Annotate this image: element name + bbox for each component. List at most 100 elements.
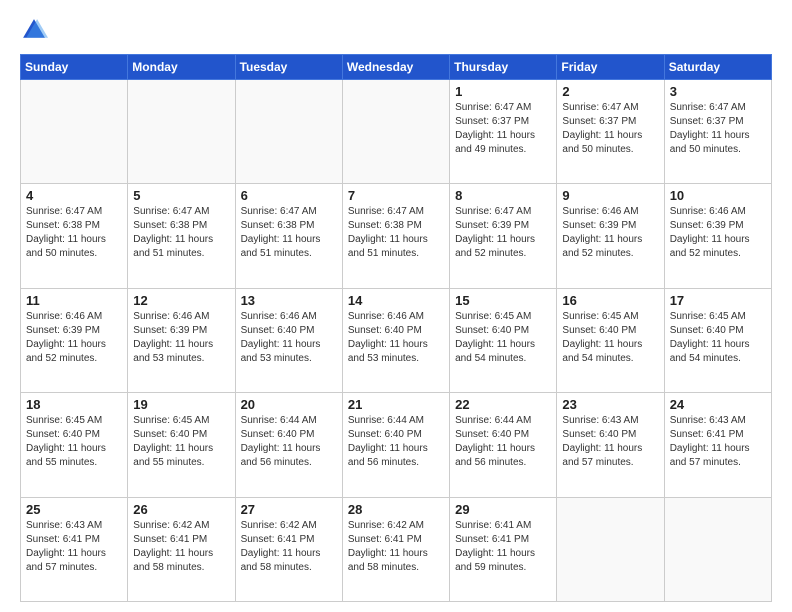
- day-info: Sunrise: 6:47 AM Sunset: 6:37 PM Dayligh…: [670, 101, 766, 157]
- calendar-header-thursday: Thursday: [450, 55, 557, 80]
- day-info: Sunrise: 6:46 AM Sunset: 6:39 PM Dayligh…: [26, 310, 122, 366]
- day-info: Sunrise: 6:47 AM Sunset: 6:38 PM Dayligh…: [241, 205, 337, 261]
- calendar-cell: 2 Sunrise: 6:47 AM Sunset: 6:37 PM Daylig…: [557, 80, 664, 184]
- day-number: 1: [455, 84, 551, 99]
- day-number: 25: [26, 502, 122, 517]
- day-number: 20: [241, 397, 337, 412]
- day-info: Sunrise: 6:42 AM Sunset: 6:41 PM Dayligh…: [133, 519, 229, 575]
- day-number: 10: [670, 188, 766, 203]
- calendar-header-row: SundayMondayTuesdayWednesdayThursdayFrid…: [21, 55, 772, 80]
- day-number: 2: [562, 84, 658, 99]
- day-number: 7: [348, 188, 444, 203]
- day-info: Sunrise: 6:45 AM Sunset: 6:40 PM Dayligh…: [670, 310, 766, 366]
- calendar-cell: 20 Sunrise: 6:44 AM Sunset: 6:40 PM Dayli…: [235, 393, 342, 497]
- calendar-cell: 5 Sunrise: 6:47 AM Sunset: 6:38 PM Daylig…: [128, 184, 235, 288]
- calendar-cell: 12Sunrise: 6:46 AM Sunset: 6:39 PM Dayli…: [128, 288, 235, 392]
- day-number: 5: [133, 188, 229, 203]
- day-info: Sunrise: 6:42 AM Sunset: 6:41 PM Dayligh…: [348, 519, 444, 575]
- day-number: 19: [133, 397, 229, 412]
- calendar-cell: 19 Sunrise: 6:45 AM Sunset: 6:40 PM Dayli…: [128, 393, 235, 497]
- calendar-cell: 25 Sunrise: 6:43 AM Sunset: 6:41 PM Dayli…: [21, 497, 128, 601]
- day-info: Sunrise: 6:45 AM Sunset: 6:40 PM Dayligh…: [133, 414, 229, 470]
- day-info: Sunrise: 6:46 AM Sunset: 6:39 PM Dayligh…: [562, 205, 658, 261]
- calendar-header-monday: Monday: [128, 55, 235, 80]
- calendar-table: SundayMondayTuesdayWednesdayThursdayFrid…: [20, 54, 772, 602]
- calendar-cell: 10Sunrise: 6:46 AM Sunset: 6:39 PM Dayli…: [664, 184, 771, 288]
- day-number: 24: [670, 397, 766, 412]
- logo: [20, 16, 52, 44]
- calendar-cell: [21, 80, 128, 184]
- day-info: Sunrise: 6:44 AM Sunset: 6:40 PM Dayligh…: [455, 414, 551, 470]
- day-info: Sunrise: 6:47 AM Sunset: 6:38 PM Dayligh…: [348, 205, 444, 261]
- calendar-cell: 18 Sunrise: 6:45 AM Sunset: 6:40 PM Dayli…: [21, 393, 128, 497]
- day-info: Sunrise: 6:47 AM Sunset: 6:39 PM Dayligh…: [455, 205, 551, 261]
- day-number: 13: [241, 293, 337, 308]
- day-info: Sunrise: 6:44 AM Sunset: 6:40 PM Dayligh…: [348, 414, 444, 470]
- calendar-cell: 17 Sunrise: 6:45 AM Sunset: 6:40 PM Dayli…: [664, 288, 771, 392]
- calendar-cell: 7 Sunrise: 6:47 AM Sunset: 6:38 PM Daylig…: [342, 184, 449, 288]
- day-info: Sunrise: 6:43 AM Sunset: 6:41 PM Dayligh…: [670, 414, 766, 470]
- day-number: 6: [241, 188, 337, 203]
- day-info: Sunrise: 6:47 AM Sunset: 6:38 PM Dayligh…: [26, 205, 122, 261]
- day-number: 17: [670, 293, 766, 308]
- calendar-cell: 27Sunrise: 6:42 AM Sunset: 6:41 PM Dayli…: [235, 497, 342, 601]
- day-number: 21: [348, 397, 444, 412]
- day-number: 28: [348, 502, 444, 517]
- day-number: 16: [562, 293, 658, 308]
- day-number: 26: [133, 502, 229, 517]
- calendar-week-row: 18 Sunrise: 6:45 AM Sunset: 6:40 PM Dayli…: [21, 393, 772, 497]
- calendar-cell: 23 Sunrise: 6:43 AM Sunset: 6:40 PM Dayli…: [557, 393, 664, 497]
- calendar-cell: 14 Sunrise: 6:46 AM Sunset: 6:40 PM Dayli…: [342, 288, 449, 392]
- day-info: Sunrise: 6:47 AM Sunset: 6:37 PM Dayligh…: [562, 101, 658, 157]
- calendar-header-friday: Friday: [557, 55, 664, 80]
- calendar-week-row: 1 Sunrise: 6:47 AM Sunset: 6:37 PM Daylig…: [21, 80, 772, 184]
- calendar-week-row: 25 Sunrise: 6:43 AM Sunset: 6:41 PM Dayli…: [21, 497, 772, 601]
- calendar-cell: 26 Sunrise: 6:42 AM Sunset: 6:41 PM Dayli…: [128, 497, 235, 601]
- day-info: Sunrise: 6:45 AM Sunset: 6:40 PM Dayligh…: [26, 414, 122, 470]
- calendar-cell: 16 Sunrise: 6:45 AM Sunset: 6:40 PM Dayli…: [557, 288, 664, 392]
- day-number: 15: [455, 293, 551, 308]
- day-number: 8: [455, 188, 551, 203]
- calendar-cell: 9 Sunrise: 6:46 AM Sunset: 6:39 PM Daylig…: [557, 184, 664, 288]
- day-info: Sunrise: 6:43 AM Sunset: 6:40 PM Dayligh…: [562, 414, 658, 470]
- day-info: Sunrise: 6:43 AM Sunset: 6:41 PM Dayligh…: [26, 519, 122, 575]
- calendar-header-sunday: Sunday: [21, 55, 128, 80]
- day-number: 29: [455, 502, 551, 517]
- day-info: Sunrise: 6:45 AM Sunset: 6:40 PM Dayligh…: [562, 310, 658, 366]
- day-info: Sunrise: 6:45 AM Sunset: 6:40 PM Dayligh…: [455, 310, 551, 366]
- calendar-cell: 21 Sunrise: 6:44 AM Sunset: 6:40 PM Dayli…: [342, 393, 449, 497]
- page: SundayMondayTuesdayWednesdayThursdayFrid…: [0, 0, 792, 612]
- header: [20, 16, 772, 44]
- day-info: Sunrise: 6:44 AM Sunset: 6:40 PM Dayligh…: [241, 414, 337, 470]
- calendar-cell: 29 Sunrise: 6:41 AM Sunset: 6:41 PM Dayli…: [450, 497, 557, 601]
- day-number: 4: [26, 188, 122, 203]
- calendar-cell: 1Sunrise: 6:47 AM Sunset: 6:37 PM Daylig…: [450, 80, 557, 184]
- calendar-cell: [128, 80, 235, 184]
- calendar-cell: 28 Sunrise: 6:42 AM Sunset: 6:41 PM Dayli…: [342, 497, 449, 601]
- calendar-cell: 11 Sunrise: 6:46 AM Sunset: 6:39 PM Dayli…: [21, 288, 128, 392]
- calendar-header-saturday: Saturday: [664, 55, 771, 80]
- day-info: Sunrise: 6:46 AM Sunset: 6:40 PM Dayligh…: [348, 310, 444, 366]
- calendar-cell: 24 Sunrise: 6:43 AM Sunset: 6:41 PM Dayli…: [664, 393, 771, 497]
- calendar-cell: [664, 497, 771, 601]
- calendar-cell: 6 Sunrise: 6:47 AM Sunset: 6:38 PM Daylig…: [235, 184, 342, 288]
- day-number: 27: [241, 502, 337, 517]
- calendar-header-wednesday: Wednesday: [342, 55, 449, 80]
- logo-icon: [20, 16, 48, 44]
- day-number: 14: [348, 293, 444, 308]
- day-number: 11: [26, 293, 122, 308]
- calendar-cell: 4 Sunrise: 6:47 AM Sunset: 6:38 PM Daylig…: [21, 184, 128, 288]
- calendar-cell: [235, 80, 342, 184]
- day-number: 3: [670, 84, 766, 99]
- day-info: Sunrise: 6:41 AM Sunset: 6:41 PM Dayligh…: [455, 519, 551, 575]
- day-info: Sunrise: 6:46 AM Sunset: 6:39 PM Dayligh…: [133, 310, 229, 366]
- calendar-cell: 3 Sunrise: 6:47 AM Sunset: 6:37 PM Daylig…: [664, 80, 771, 184]
- day-number: 23: [562, 397, 658, 412]
- day-number: 22: [455, 397, 551, 412]
- calendar-cell: 22 Sunrise: 6:44 AM Sunset: 6:40 PM Dayli…: [450, 393, 557, 497]
- calendar-cell: 8 Sunrise: 6:47 AM Sunset: 6:39 PM Daylig…: [450, 184, 557, 288]
- day-number: 18: [26, 397, 122, 412]
- calendar-week-row: 11 Sunrise: 6:46 AM Sunset: 6:39 PM Dayli…: [21, 288, 772, 392]
- day-info: Sunrise: 6:47 AM Sunset: 6:38 PM Dayligh…: [133, 205, 229, 261]
- day-number: 9: [562, 188, 658, 203]
